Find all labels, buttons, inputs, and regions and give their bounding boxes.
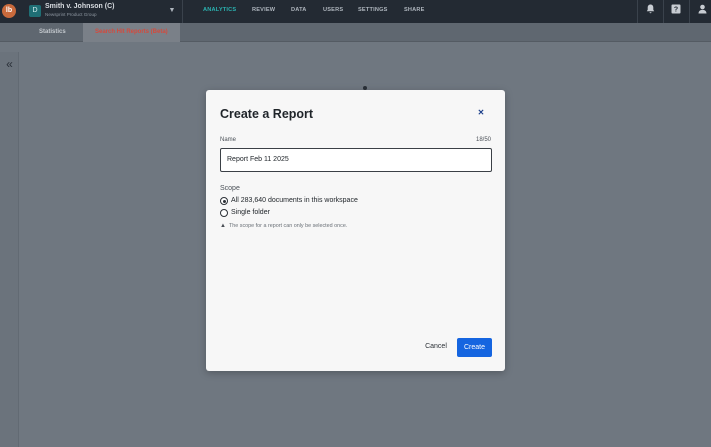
nav-item-analytics[interactable]: ANALYTICS [203,7,236,13]
nav-item-settings[interactable]: SETTINGS [358,7,388,13]
scope-label: Scope [220,185,240,192]
tab-statistics[interactable]: Statistics [27,23,78,42]
dialog-title: Create a Report [220,107,314,121]
nav-item-review[interactable]: REVIEW [252,7,275,13]
app-logo[interactable]: lb [2,4,16,18]
nav-divider [689,0,690,23]
scope-option-label: Single folder [231,209,270,216]
character-count: 18/50 [475,137,491,143]
bell-icon[interactable] [643,4,657,18]
double-chevron-left-icon[interactable]: « [3,58,16,70]
svg-text:?: ? [674,7,678,14]
name-field-label: Name [220,137,237,143]
create-button[interactable]: Create [457,338,492,357]
left-panel-rail: « [0,52,19,447]
workspace-badge: D [29,5,41,17]
nav-divider [663,0,664,23]
nav-item-users[interactable]: USERS [323,7,343,13]
workspace-name[interactable]: Smith v. Johnson (C) [45,3,114,10]
scope-option-label: All 283,640 documents in this workspace [231,197,358,204]
radio-selected-icon[interactable] [220,197,228,205]
workspace-subtitle: Newsprint Product Group [45,12,97,17]
nav-item-share[interactable]: SHARE [404,7,425,13]
tab-search-hit-reports[interactable]: Search Hit Reports (Beta) [83,23,180,42]
report-name-input[interactable]: Report Feb 11 2025 [220,148,492,172]
warning-icon: ▲ [220,223,226,229]
sub-tab-bar: Statistics Search Hit Reports (Beta) [0,23,711,42]
user-icon[interactable] [695,4,709,18]
close-icon[interactable]: ✕ [476,108,486,118]
create-report-dialog: Create a Report ✕ Name 18/50 Report Feb … [206,90,505,371]
cancel-button[interactable]: Cancel [420,339,452,355]
scope-warning-text: The scope for a report can only be selec… [229,223,348,229]
top-navigation-bar: lb D Smith v. Johnson (C) Newsprint Prod… [0,0,711,23]
caret-down-icon[interactable]: ▼ [168,6,176,16]
nav-item-data[interactable]: DATA [291,7,307,13]
help-icon[interactable]: ? [669,4,683,18]
nav-divider [637,0,638,23]
radio-unselected-icon[interactable] [220,209,228,217]
nav-divider [182,0,183,23]
